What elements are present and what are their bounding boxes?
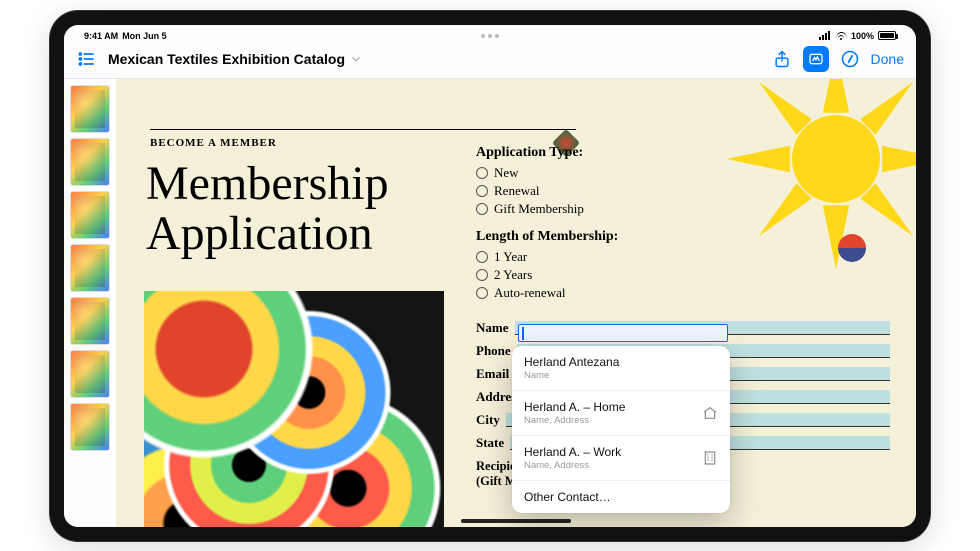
markup-tools-button[interactable] [839, 48, 861, 70]
thumbnail-page-4[interactable] [70, 244, 110, 292]
radio-icon [476, 167, 488, 179]
autofill-item-contact[interactable]: Herland Antezana Name [512, 346, 730, 391]
status-time: 9:41 AM [84, 31, 118, 41]
radio-1year[interactable]: 1 Year [476, 249, 890, 265]
thumbnail-page-6[interactable] [70, 350, 110, 398]
thumbnail-page-2[interactable] [70, 138, 110, 186]
application-type-label: Application Type: [476, 145, 890, 161]
thumbnail-page-7[interactable] [70, 403, 110, 451]
autofill-other-contact[interactable]: Other Contact… [512, 481, 730, 513]
become-member-label: BECOME A MEMBER [150, 137, 277, 149]
thumbnail-page-3[interactable] [70, 191, 110, 239]
page-thumbnails [64, 79, 116, 527]
cell-signal-icon [819, 31, 830, 40]
radio-icon [476, 287, 488, 299]
title-line-1: Membership [146, 159, 389, 209]
content-area: BECOME A MEMBER Membership Application A… [64, 79, 916, 527]
battery-percent: 100% [851, 31, 874, 41]
radio-gift[interactable]: Gift Membership [476, 201, 890, 217]
screen: 9:41 AM Mon Jun 5 100% Mexican Textiles … [64, 25, 916, 527]
radio-renewal[interactable]: Renewal [476, 183, 890, 199]
radio-auto[interactable]: Auto-renewal [476, 285, 890, 301]
radio-icon [476, 185, 488, 197]
radio-icon [476, 251, 488, 263]
document-page[interactable]: BECOME A MEMBER Membership Application A… [116, 79, 916, 527]
textile-art-decoration [144, 291, 444, 527]
battery-icon [878, 31, 896, 40]
chevron-down-icon [349, 52, 363, 66]
home-icon [702, 405, 718, 421]
toolbar: Mexican Textiles Exhibition Catalog Done [64, 41, 916, 79]
title-line-2: Application [146, 209, 389, 259]
name-input-active[interactable] [518, 324, 728, 342]
radio-new[interactable]: New [476, 165, 890, 181]
status-date: Mon Jun 5 [122, 31, 167, 41]
document-title-dropdown[interactable]: Mexican Textiles Exhibition Catalog [108, 51, 363, 67]
wifi-icon [836, 32, 847, 40]
ipad-frame: 9:41 AM Mon Jun 5 100% Mexican Textiles … [50, 11, 930, 541]
status-bar: 9:41 AM Mon Jun 5 100% [64, 28, 916, 44]
autofill-item-work[interactable]: Herland A. – Work Name, Address [512, 436, 730, 481]
autofill-item-home[interactable]: Herland A. – Home Name, Address [512, 391, 730, 436]
radio-2years[interactable]: 2 Years [476, 267, 890, 283]
autofill-popover: Herland Antezana Name Herland A. – Home … [512, 346, 730, 513]
building-icon [702, 450, 718, 466]
page-title: Membership Application [146, 159, 389, 260]
document-title-label: Mexican Textiles Exhibition Catalog [108, 51, 345, 67]
length-label: Length of Membership: [476, 229, 890, 245]
done-button[interactable]: Done [871, 51, 904, 67]
multitask-dots[interactable] [481, 34, 499, 38]
text-caret [522, 327, 524, 340]
share-button[interactable] [771, 48, 793, 70]
thumbnail-page-1[interactable] [70, 85, 110, 133]
markup-button[interactable] [803, 46, 829, 72]
sidebar-toggle-button[interactable] [76, 48, 98, 70]
home-indicator[interactable] [461, 519, 571, 523]
thumbnail-page-5[interactable] [70, 297, 110, 345]
radio-icon [476, 269, 488, 281]
radio-icon [476, 203, 488, 215]
